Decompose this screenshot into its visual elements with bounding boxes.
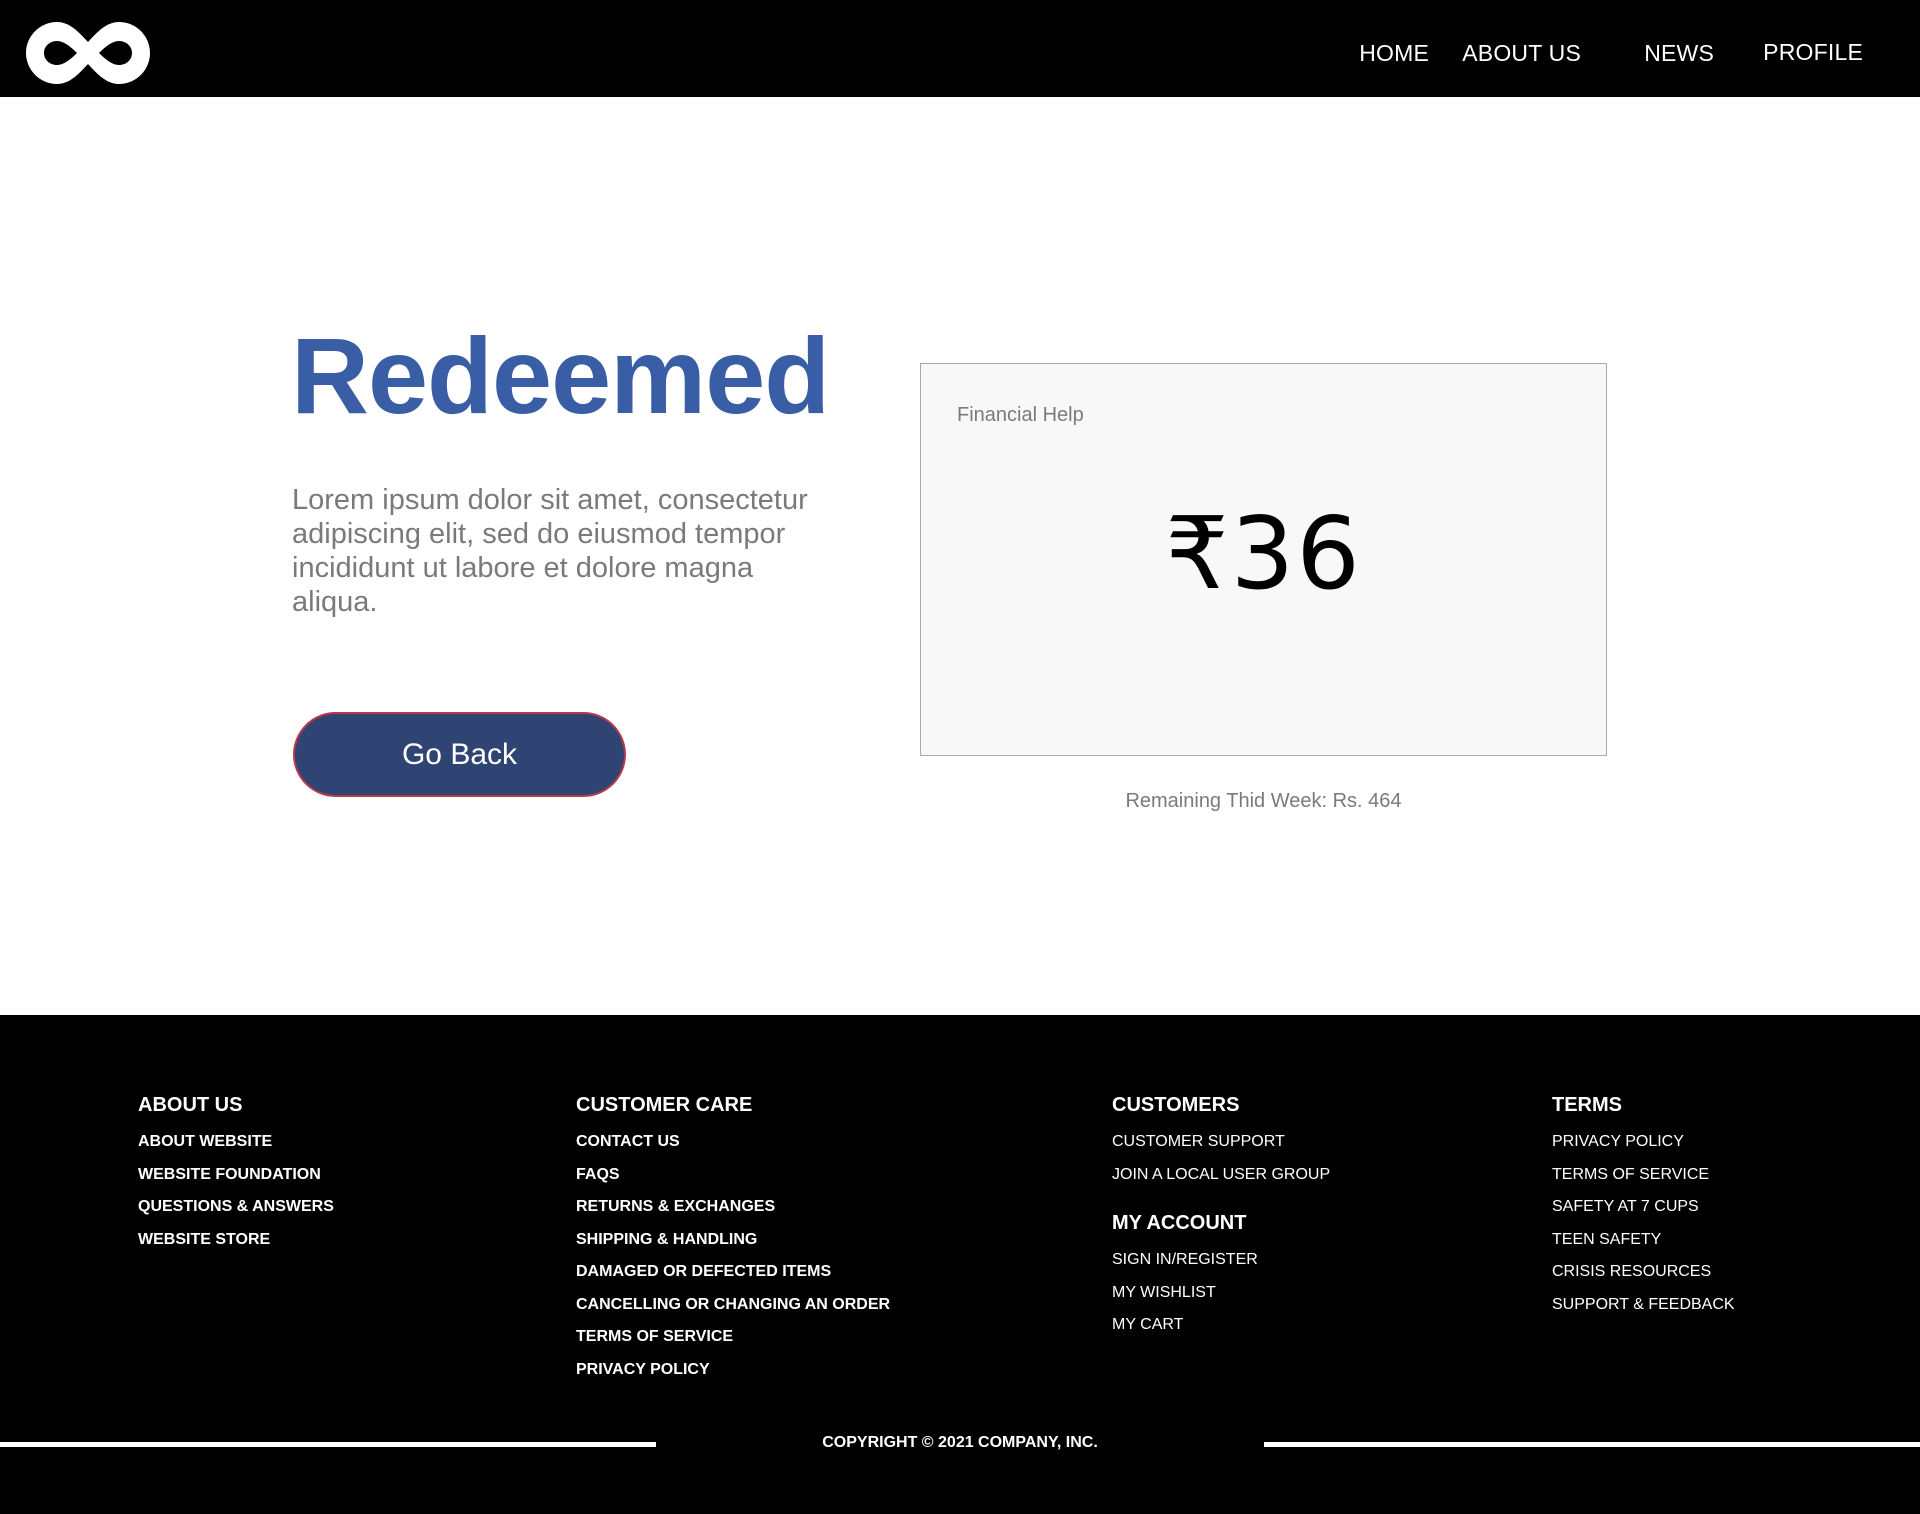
- footer-link-customer-support[interactable]: CUSTOMER SUPPORT: [1112, 1133, 1285, 1150]
- footer-link-damaged-items[interactable]: DAMAGED OR DEFECTED ITEMS: [576, 1263, 831, 1280]
- footer-link-cancel-order[interactable]: CANCELLING OR CHANGING AN ORDER: [576, 1296, 890, 1313]
- copyright-text: COPYRIGHT © 2021 COMPANY, INC.: [822, 1434, 1098, 1451]
- infinity-icon[interactable]: [26, 22, 150, 84]
- card-label: Financial Help: [957, 404, 1084, 426]
- financial-help-card: Financial Help ₹36: [920, 363, 1607, 756]
- go-back-button[interactable]: Go Back: [293, 712, 626, 797]
- footer-link-faqs[interactable]: FAQS: [576, 1166, 620, 1183]
- top-navbar: HOME ABOUT US NEWS PROFILE: [0, 0, 1920, 97]
- footer-link-privacy-policy[interactable]: PRIVACY POLICY: [576, 1361, 710, 1378]
- footer-link-support-feedback[interactable]: SUPPORT & FEEDBACK: [1552, 1296, 1735, 1313]
- footer-link-website-foundation[interactable]: WEBSITE FOUNDATION: [138, 1166, 321, 1183]
- footer-link-returns-exchanges[interactable]: RETURNS & EXCHANGES: [576, 1198, 775, 1215]
- footer-heading-customer-care: CUSTOMER CARE: [576, 1094, 753, 1116]
- footer-link-join-user-group[interactable]: JOIN A LOCAL USER GROUP: [1112, 1166, 1330, 1183]
- footer-column-customers: CUSTOMERS CUSTOMER SUPPORT JOIN A LOCAL …: [1112, 1095, 1330, 1342]
- footer-link-safety[interactable]: SAFETY AT 7 CUPS: [1552, 1198, 1699, 1215]
- footer-link-shipping-handling[interactable]: SHIPPING & HANDLING: [576, 1231, 757, 1248]
- description-text: Lorem ipsum dolor sit amet, consectetur …: [292, 484, 808, 618]
- footer-heading-about: ABOUT US: [138, 1094, 243, 1116]
- footer-link-terms-of-service[interactable]: TERMS OF SERVICE: [576, 1328, 733, 1345]
- site-footer: ABOUT US ABOUT WEBSITE WEBSITE FOUNDATIO…: [0, 1015, 1920, 1514]
- nav-home-link[interactable]: HOME: [1359, 40, 1429, 67]
- footer-column-about: ABOUT US ABOUT WEBSITE WEBSITE FOUNDATIO…: [138, 1095, 334, 1256]
- footer-link-sign-in[interactable]: SIGN IN/REGISTER: [1112, 1251, 1258, 1268]
- footer-column-terms: TERMS PRIVACY POLICY TERMS OF SERVICE SA…: [1552, 1095, 1735, 1321]
- footer-column-customer-care: CUSTOMER CARE CONTACT US FAQS RETURNS & …: [576, 1095, 890, 1386]
- footer-link-contact-us[interactable]: CONTACT US: [576, 1133, 680, 1150]
- nav-about-us-link[interactable]: ABOUT US: [1462, 40, 1581, 67]
- page-title: Redeemed: [291, 315, 830, 436]
- footer-link-about-website[interactable]: ABOUT WEBSITE: [138, 1133, 272, 1150]
- footer-heading-my-account: MY ACCOUNT: [1112, 1212, 1247, 1234]
- footer-link-cart[interactable]: MY CART: [1112, 1316, 1183, 1333]
- nav-news-link[interactable]: NEWS: [1644, 40, 1714, 67]
- footer-link-wishlist[interactable]: MY WISHLIST: [1112, 1284, 1216, 1301]
- footer-link-terms-service[interactable]: TERMS OF SERVICE: [1552, 1166, 1709, 1183]
- footer-link-terms-privacy[interactable]: PRIVACY POLICY: [1552, 1133, 1684, 1150]
- footer-heading-customers: CUSTOMERS: [1112, 1094, 1240, 1116]
- footer-link-teen-safety[interactable]: TEEN SAFETY: [1552, 1231, 1661, 1248]
- redeemed-amount: ₹36: [1165, 495, 1362, 612]
- footer-link-crisis-resources[interactable]: CRISIS RESOURCES: [1552, 1263, 1711, 1280]
- footer-link-questions-answers[interactable]: QUESTIONS & ANSWERS: [138, 1198, 334, 1215]
- footer-heading-terms: TERMS: [1552, 1094, 1622, 1116]
- remaining-balance-text: Remaining Thid Week: Rs. 464: [1125, 790, 1402, 812]
- nav-profile-link[interactable]: PROFILE: [1763, 39, 1863, 66]
- footer-link-website-store[interactable]: WEBSITE STORE: [138, 1231, 270, 1248]
